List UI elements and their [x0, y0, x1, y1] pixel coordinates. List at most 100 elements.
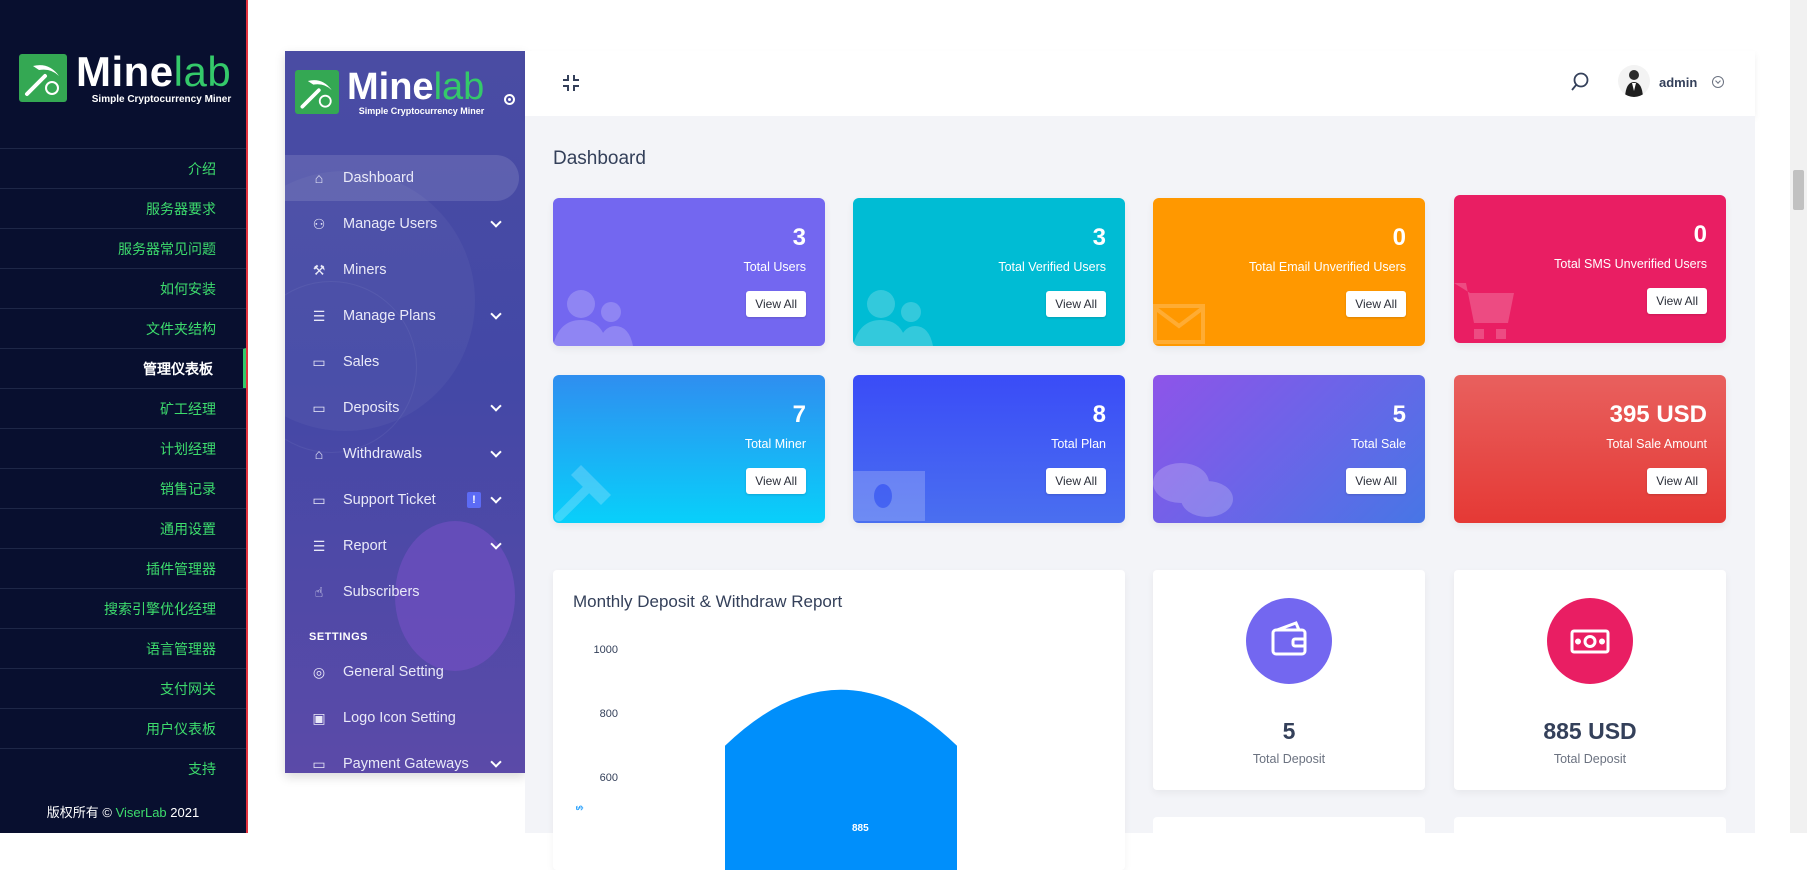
doc-logo[interactable]: Minelab Simple Cryptocurrency Miner [19, 51, 232, 105]
doc-menu-label: 管理仪表板 [143, 360, 213, 377]
menu-item-manage-users[interactable]: ⚇ Manage Users [285, 201, 525, 247]
compress-icon[interactable] [561, 73, 581, 93]
life-ring-icon: ◎ [312, 663, 326, 680]
search-icon[interactable] [1570, 71, 1590, 93]
dashboard-content: Dashboard 3 Total Users View All 3 Total… [525, 116, 1755, 870]
scrollbar-thumb[interactable] [1793, 170, 1804, 210]
doc-menu-item[interactable]: 支持 [0, 748, 246, 788]
view-all-button[interactable]: View All [1346, 291, 1406, 317]
stat-label: Total Users [743, 260, 806, 274]
menu-item-label: Subscribers [343, 584, 420, 600]
menu-item-label: Sales [343, 354, 380, 370]
menu-item-dashboard[interactable]: ⌂ Dashboard [285, 155, 519, 201]
doc-menu-item[interactable]: 销售记录 [0, 468, 246, 508]
list-icon: ☰ [312, 537, 326, 554]
kpi-label: Total Deposit [1553, 752, 1627, 766]
chevron-down-icon [490, 492, 502, 504]
stat-label: Total Sale Amount [1606, 437, 1707, 451]
doc-menu-item[interactable]: 服务器常见问题 [0, 228, 246, 268]
stat-label: Total Sale [1351, 437, 1406, 451]
chevron-down-icon [490, 308, 502, 320]
view-all-button[interactable]: View All [1647, 468, 1707, 494]
brand-tagline: Simple Cryptocurrency Miner [358, 106, 485, 116]
doc-menu-label: 矿工经理 [160, 400, 216, 417]
brand-tagline: Simple Cryptocurrency Miner [91, 94, 232, 105]
stat-label: Total Email Unverified Users [1249, 260, 1406, 274]
admin-sidebar: Minelab Simple Cryptocurrency Miner ⌂ Da… [285, 51, 525, 773]
view-all-button[interactable]: View All [1046, 291, 1106, 317]
menu-item-withdrawals[interactable]: ⌂ Withdrawals [285, 431, 525, 477]
chevron-down-icon[interactable] [1712, 76, 1724, 88]
doc-menu-item[interactable]: 插件管理器 [0, 548, 246, 588]
menu-item-label: Dashboard [343, 170, 414, 186]
credit-card-icon: ▭ [312, 399, 326, 416]
view-all-button[interactable]: View All [1647, 288, 1707, 314]
doc-menu-label: 语言管理器 [146, 640, 216, 657]
view-all-button[interactable]: View All [746, 291, 806, 317]
page-scrollbar[interactable] [1790, 0, 1807, 833]
list-icon: ☰ [312, 307, 326, 324]
pickaxe-icon: ⚒ [312, 261, 326, 278]
doc-menu: 介绍 服务器要求 服务器常见问题 如何安装 文件夹结构 管理仪表板 矿工经理 计… [0, 148, 246, 788]
chevron-down-icon [490, 538, 502, 550]
admin-username[interactable]: admin [1659, 75, 1697, 90]
menu-item-label: Manage Plans [343, 308, 436, 324]
doc-menu-label: 服务器要求 [146, 200, 216, 217]
money-icon [853, 471, 925, 521]
menu-item-support-ticket[interactable]: ▭ Support Ticket ! [285, 477, 525, 523]
stat-card-partial [1153, 817, 1425, 837]
doc-menu-label: 介绍 [188, 160, 216, 177]
admin-logo[interactable]: Minelab Simple Cryptocurrency Miner [295, 68, 484, 116]
doc-menu-item[interactable]: 矿工经理 [0, 388, 246, 428]
kpi-card-total-deposit-amount: 885 USD Total Deposit [1454, 570, 1726, 790]
doc-menu-item[interactable]: 服务器要求 [0, 188, 246, 228]
kpi-value: 885 USD [1543, 718, 1637, 744]
view-all-button[interactable]: View All [1346, 468, 1406, 494]
doc-menu-item[interactable]: 支付网关 [0, 668, 246, 708]
brand-name: Mine [347, 66, 434, 108]
doc-menu-item[interactable]: 计划经理 [0, 428, 246, 468]
view-all-button[interactable]: View All [1046, 468, 1106, 494]
stat-value: 0 [1392, 224, 1406, 251]
doc-menu-label: 销售记录 [160, 480, 216, 497]
menu-item-report[interactable]: ☰ Report [285, 523, 525, 569]
copyright-text: 版权所有 © [46, 805, 112, 820]
avatar[interactable] [1618, 65, 1650, 97]
stat-card-total-miner: 7 Total Miner View All [553, 375, 825, 523]
monthly-report-card: Monthly Deposit & Withdraw Report 1000 8… [553, 570, 1125, 870]
doc-menu-label: 支持 [188, 760, 216, 777]
doc-menu-label: 用户仪表板 [146, 720, 216, 737]
doc-menu-label: 文件夹结构 [146, 320, 216, 337]
doc-menu-item[interactable]: 介绍 [0, 148, 246, 188]
doc-menu-item[interactable]: 文件夹结构 [0, 308, 246, 348]
doc-menu-item[interactable]: 语言管理器 [0, 628, 246, 668]
menu-item-miners[interactable]: ⚒ Miners [285, 247, 525, 293]
stat-value: 3 [1092, 224, 1106, 251]
menu-item-label: Support Ticket [343, 492, 436, 508]
doc-menu-item[interactable]: 搜索引擎优化经理 [0, 588, 246, 628]
doc-menu-label: 计划经理 [160, 440, 216, 457]
stat-value: 3 [792, 224, 806, 251]
kpi-value: 5 [1282, 718, 1296, 744]
money-icon [1547, 598, 1633, 684]
company-link[interactable]: ViserLab [116, 805, 167, 820]
credit-card-icon: ▭ [312, 755, 326, 772]
doc-menu-item[interactable]: 通用设置 [0, 508, 246, 548]
menu-item-manage-plans[interactable]: ☰ Manage Plans [285, 293, 525, 339]
doc-menu-item[interactable]: 如何安装 [0, 268, 246, 308]
doc-menu-item[interactable]: 用户仪表板 [0, 708, 246, 748]
menu-item-general-setting[interactable]: ◎ General Setting [285, 649, 525, 695]
menu-item-payment-gateways[interactable]: ▭ Payment Gateways [285, 741, 525, 773]
sidebar-toggle-icon[interactable] [504, 94, 515, 105]
stat-value: 7 [792, 401, 806, 428]
settings-section-title: SETTINGS [309, 631, 369, 643]
cart-icon [1454, 283, 1514, 339]
menu-item-logo-icon-setting[interactable]: ▣ Logo Icon Setting [285, 695, 525, 741]
menu-item-deposits[interactable]: ▭ Deposits [285, 385, 525, 431]
menu-item-subscribers[interactable]: ☝ Subscribers [285, 569, 525, 615]
doc-menu-label: 搜索引擎优化经理 [104, 600, 216, 617]
money-icon: ▭ [312, 353, 326, 370]
doc-menu-item-active[interactable]: 管理仪表板 [0, 348, 246, 388]
menu-item-sales[interactable]: ▭ Sales [285, 339, 525, 385]
view-all-button[interactable]: View All [746, 468, 806, 494]
